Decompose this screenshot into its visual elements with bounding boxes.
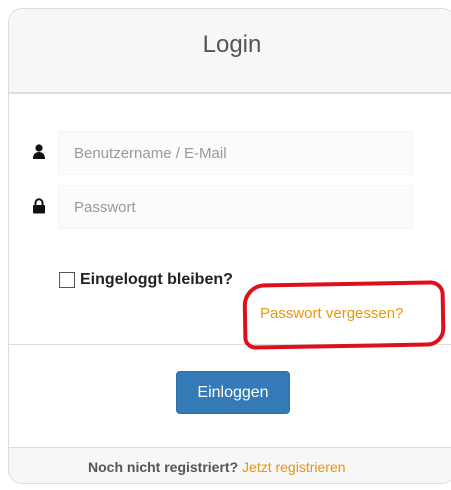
remember-me-checkbox[interactable] [59,272,75,288]
password-input[interactable] [58,185,413,229]
register-prompt: Noch nicht registriert? Jetzt registrier… [88,459,346,475]
forgot-password-link[interactable]: Passwort vergessen? [260,305,403,322]
lock-icon [33,198,45,214]
remember-me-label: Eingeloggt bleiben? [80,271,233,288]
divider-bottom [9,447,451,448]
register-prompt-text: Noch nicht registriert? [88,459,239,475]
user-icon [33,144,45,159]
register-link[interactable]: Jetzt registrieren [242,459,345,475]
login-title: Login [202,31,262,58]
divider-top [9,93,451,94]
login-submit-button[interactable]: Einloggen [176,371,290,414]
remember-me: Eingeloggt bleiben? [59,270,233,290]
username-input[interactable] [58,131,413,175]
